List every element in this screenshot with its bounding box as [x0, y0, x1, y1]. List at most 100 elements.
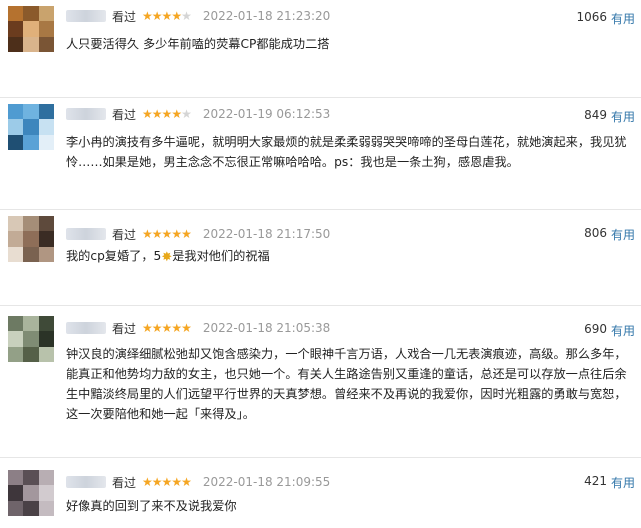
comment-meta: 看过 ★★★★★ 2022-01-19 06:12:53 [66, 104, 330, 124]
comment-text: 我的cp复婚了，5✸是我对他们的祝福 [66, 246, 633, 267]
avatar-pixel [8, 36, 24, 52]
avatar-pixel [23, 6, 39, 22]
vote-count: 849 [584, 108, 607, 122]
avatar-pixel [23, 231, 39, 247]
rating-stars: ★★★★★ [142, 227, 192, 241]
avatar-pixel [38, 36, 54, 52]
avatar[interactable] [8, 316, 54, 362]
star-filled-icon: ★ [161, 107, 173, 121]
comment-meta: 看过 ★★★★★ 2022-01-18 21:23:20 [66, 6, 330, 26]
comment-date: 2022-01-18 21:09:55 [202, 475, 331, 489]
star-filled-icon: ★ [171, 475, 182, 489]
watch-status: 看过 [112, 9, 137, 24]
star-filled-icon: ★ [142, 107, 153, 121]
avatar-pixel [38, 331, 54, 347]
vote-count: 1066 [576, 10, 607, 24]
avatar-pixel [38, 216, 54, 232]
useful-votes[interactable]: 849 有用 [584, 108, 635, 125]
avatar[interactable] [8, 104, 54, 150]
avatar[interactable] [8, 6, 54, 52]
star-filled-icon: ★ [171, 227, 182, 241]
comment-item: 看过 ★★★★★ 2022-01-18 21:09:55 421 有用 好像真的… [0, 458, 641, 528]
firework-emoji-icon: ✸ [161, 250, 173, 265]
username-blurred[interactable] [66, 108, 106, 120]
rating-stars: ★★★★★ [142, 321, 192, 335]
rating-stars: ★★★★★ [142, 475, 192, 489]
avatar-pixel [23, 216, 39, 232]
star-empty-icon: ★ [181, 107, 192, 121]
avatar-pixel [38, 21, 54, 37]
avatar-pixel [38, 104, 54, 120]
watch-status: 看过 [112, 475, 137, 490]
avatar[interactable] [8, 216, 54, 262]
comment-text: 人只要活得久 多少年前嗑的荧幕CP都能成功二搭 [66, 37, 330, 51]
avatar-pixel [8, 104, 24, 120]
avatar-pixel [23, 470, 39, 486]
avatar-pixel [38, 246, 54, 262]
vote-count: 806 [584, 226, 607, 240]
comment-meta: 看过 ★★★★★ 2022-01-18 21:09:55 [66, 472, 330, 492]
comment-date: 2022-01-18 21:05:38 [202, 321, 331, 335]
useful-button[interactable]: 有用 [611, 10, 635, 27]
vote-count: 421 [584, 474, 607, 488]
avatar-pixel [23, 104, 39, 120]
username-blurred[interactable] [66, 476, 106, 488]
star-filled-icon: ★ [171, 321, 182, 335]
useful-votes[interactable]: 1066 有用 [576, 10, 635, 27]
avatar-pixel [38, 134, 54, 150]
avatar-pixel [38, 346, 54, 362]
comment-item: 看过 ★★★★★ 2022-01-18 21:23:20 1066 有用 人只要… [0, 0, 641, 98]
useful-button[interactable]: 有用 [611, 474, 635, 491]
avatar-pixel [38, 500, 54, 516]
comment-meta: 看过 ★★★★★ 2022-01-18 21:05:38 [66, 318, 330, 338]
avatar-pixel [38, 6, 54, 22]
useful-button[interactable]: 有用 [611, 226, 635, 243]
comment-text-part: 我的cp复婚了，5 [66, 249, 162, 263]
star-filled-icon: ★ [161, 475, 173, 489]
star-filled-icon: ★ [181, 475, 192, 489]
star-filled-icon: ★ [151, 107, 163, 121]
avatar-pixel [8, 500, 24, 516]
useful-button[interactable]: 有用 [611, 322, 635, 339]
star-filled-icon: ★ [142, 321, 153, 335]
avatar-pixel [8, 331, 24, 347]
avatar-pixel [8, 246, 24, 262]
star-filled-icon: ★ [142, 475, 153, 489]
avatar-pixel [8, 485, 24, 501]
useful-votes[interactable]: 806 有用 [584, 226, 635, 243]
rating-stars: ★★★★★ [142, 9, 192, 23]
username-blurred[interactable] [66, 322, 106, 334]
star-filled-icon: ★ [181, 227, 192, 241]
avatar-pixel [23, 36, 39, 52]
star-filled-icon: ★ [151, 475, 163, 489]
vote-count: 690 [584, 322, 607, 336]
avatar-pixel [8, 6, 24, 22]
avatar-pixel [23, 346, 39, 362]
useful-votes[interactable]: 421 有用 [584, 474, 635, 491]
useful-votes[interactable]: 690 有用 [584, 322, 635, 339]
comment-text-part: 是我对他们的祝福 [172, 249, 270, 263]
avatar-pixel [23, 316, 39, 332]
avatar[interactable] [8, 470, 54, 516]
avatar-pixel [23, 500, 39, 516]
avatar-pixel [38, 119, 54, 135]
username-blurred[interactable] [66, 10, 106, 22]
star-empty-icon: ★ [181, 9, 192, 23]
watch-status: 看过 [112, 321, 137, 336]
username-blurred[interactable] [66, 228, 106, 240]
avatar-pixel [38, 231, 54, 247]
star-filled-icon: ★ [151, 227, 163, 241]
avatar-pixel [23, 485, 39, 501]
avatar-pixel [23, 331, 39, 347]
comment-date: 2022-01-18 21:17:50 [202, 227, 331, 241]
comment-date: 2022-01-19 06:12:53 [202, 107, 331, 121]
watch-status: 看过 [112, 107, 137, 122]
star-filled-icon: ★ [161, 9, 173, 23]
useful-button[interactable]: 有用 [611, 108, 635, 125]
avatar-pixel [38, 316, 54, 332]
avatar-pixel [38, 470, 54, 486]
avatar-pixel [8, 470, 24, 486]
watch-status: 看过 [112, 227, 137, 242]
comment-meta: 看过 ★★★★★ 2022-01-18 21:17:50 [66, 224, 330, 244]
comment-item: 看过 ★★★★★ 2022-01-18 21:17:50 806 有用 我的cp… [0, 210, 641, 306]
